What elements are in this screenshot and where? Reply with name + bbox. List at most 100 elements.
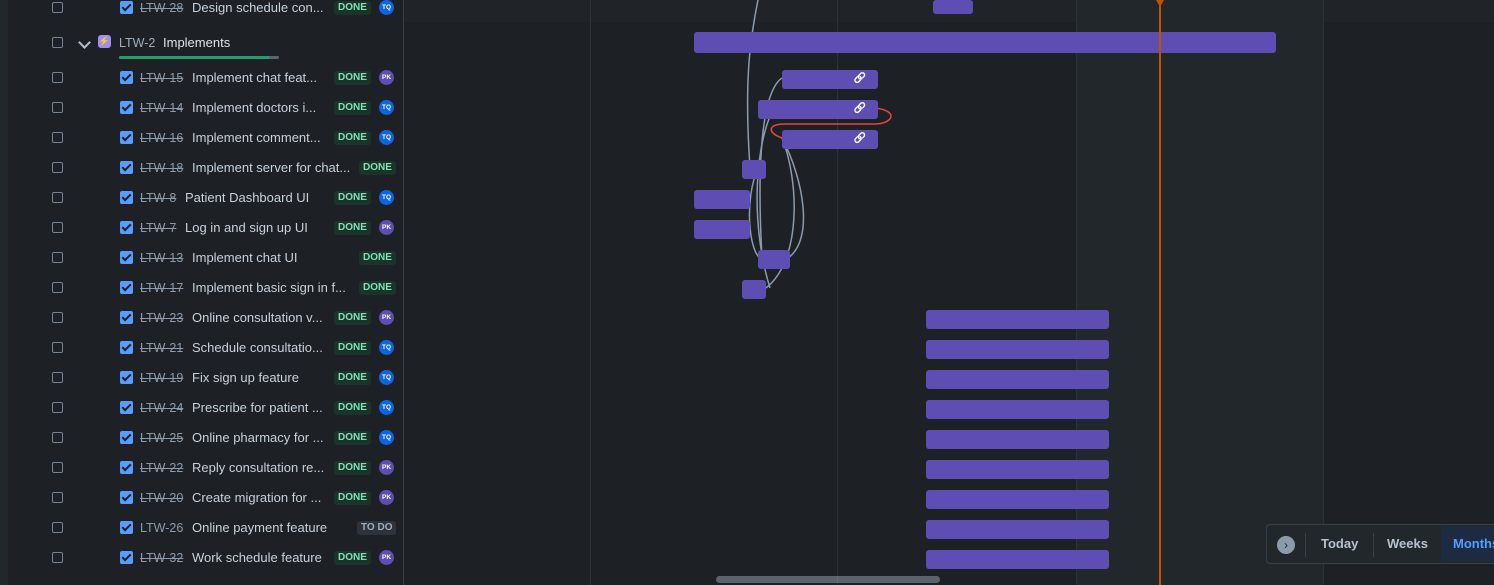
status-badge[interactable]: DONE — [334, 311, 371, 325]
task-timeline-bar[interactable] — [933, 0, 973, 14]
avatar[interactable]: PK — [379, 220, 394, 235]
issue-key[interactable]: LTW-28 — [140, 1, 183, 15]
avatar[interactable]: TQ — [379, 0, 394, 15]
issue-key[interactable]: LTW-8 — [140, 191, 176, 205]
status-badge[interactable]: DONE — [334, 431, 371, 445]
avatar[interactable]: TQ — [379, 400, 394, 415]
task-timeline-bar[interactable] — [694, 190, 750, 209]
task-timeline-bar[interactable] — [742, 160, 766, 179]
issue-row[interactable]: LTW-14 Implement doctors i... DONE TQ — [44, 93, 403, 123]
today-button[interactable]: Today — [1321, 536, 1358, 551]
issue-summary[interactable]: Online payment feature — [192, 520, 351, 535]
avatar[interactable]: TQ — [379, 190, 394, 205]
issue-row[interactable]: LTW-21 Schedule consultatio... DONE TQ — [44, 333, 403, 363]
issue-summary[interactable]: Implement doctors i... — [192, 100, 328, 115]
task-timeline-bar[interactable] — [926, 340, 1109, 359]
months-button[interactable]: Months — [1453, 536, 1494, 551]
row-select-checkbox[interactable] — [52, 402, 63, 413]
row-select-checkbox[interactable] — [52, 282, 63, 293]
chevron-right-icon[interactable]: › — [1277, 536, 1295, 554]
issue-key[interactable]: LTW-24 — [140, 401, 183, 415]
avatar[interactable]: TQ — [379, 130, 394, 145]
task-timeline-bar[interactable] — [926, 550, 1109, 569]
avatar[interactable]: TQ — [379, 370, 394, 385]
issue-summary[interactable]: Online consultation v... — [192, 310, 328, 325]
issue-key[interactable]: LTW-16 — [140, 131, 183, 145]
issue-row[interactable]: LTW-22 Reply consultation re... DONE PK — [44, 453, 403, 483]
issue-summary[interactable]: Implement comment... — [192, 130, 328, 145]
status-badge[interactable]: DONE — [334, 371, 371, 385]
avatar[interactable]: TQ — [379, 340, 394, 355]
issue-key[interactable]: LTW-18 — [140, 161, 183, 175]
issue-key[interactable]: LTW-32 — [140, 551, 183, 565]
issue-summary[interactable]: Schedule consultatio... — [192, 340, 328, 355]
status-badge[interactable]: DONE — [334, 191, 371, 205]
task-timeline-bar[interactable] — [926, 310, 1109, 329]
epic-key[interactable]: LTW-2 — [119, 36, 155, 50]
issue-summary[interactable]: Create migration for ... — [192, 490, 328, 505]
status-badge[interactable]: DONE — [334, 1, 371, 15]
issue-summary[interactable]: Design schedule con... — [192, 0, 328, 15]
issue-key[interactable]: LTW-14 — [140, 101, 183, 115]
row-select-checkbox[interactable] — [52, 372, 63, 383]
avatar[interactable]: PK — [379, 70, 394, 85]
row-select-checkbox[interactable] — [52, 342, 63, 353]
status-badge[interactable]: DONE — [334, 401, 371, 415]
row-select-checkbox[interactable] — [52, 37, 63, 48]
row-select-checkbox[interactable] — [52, 552, 63, 563]
row-select-checkbox[interactable] — [52, 492, 63, 503]
status-badge[interactable]: DONE — [334, 131, 371, 145]
status-badge[interactable]: TO DO — [357, 521, 397, 535]
issue-summary[interactable]: Implement basic sign in f... — [192, 280, 353, 295]
status-badge[interactable]: DONE — [359, 251, 396, 265]
issue-summary[interactable]: Reply consultation re... — [192, 460, 328, 475]
row-select-checkbox[interactable] — [52, 192, 63, 203]
issue-summary[interactable]: Implement chat feat... — [192, 70, 328, 85]
issue-row[interactable]: LTW-16 Implement comment... DONE TQ — [44, 123, 403, 153]
issue-key[interactable]: LTW-26 — [140, 521, 183, 535]
issue-key[interactable]: LTW-22 — [140, 461, 183, 475]
issue-row[interactable]: LTW-18 Implement server for chat... DONE — [44, 153, 403, 183]
row-select-checkbox[interactable] — [52, 2, 63, 13]
issue-row[interactable]: LTW-17 Implement basic sign in f... DONE — [44, 273, 403, 303]
issue-row[interactable]: LTW-32 Work schedule feature DONE PK — [44, 543, 403, 573]
status-badge[interactable]: DONE — [359, 281, 396, 295]
task-timeline-bar[interactable]: 🔗 — [758, 100, 878, 119]
task-timeline-bar[interactable]: 🔗 — [782, 130, 878, 149]
issue-key[interactable]: LTW-25 — [140, 431, 183, 445]
issue-key[interactable]: LTW-7 — [140, 221, 176, 235]
task-timeline-bar[interactable] — [926, 430, 1109, 449]
issue-summary[interactable]: Work schedule feature — [192, 550, 328, 565]
status-badge[interactable]: DONE — [334, 551, 371, 565]
row-select-checkbox[interactable] — [52, 522, 63, 533]
status-badge[interactable]: DONE — [334, 341, 371, 355]
avatar[interactable]: PK — [379, 460, 394, 475]
row-select-checkbox[interactable] — [52, 252, 63, 263]
chevron-down-icon[interactable] — [78, 36, 91, 49]
task-timeline-bar[interactable]: 🔗 — [782, 70, 878, 89]
issue-row[interactable]: LTW-23 Online consultation v... DONE PK — [44, 303, 403, 333]
avatar[interactable]: TQ — [379, 430, 394, 445]
issue-summary[interactable]: Implement server for chat... — [192, 160, 353, 175]
issue-key[interactable]: LTW-15 — [140, 71, 183, 85]
task-timeline-bar[interactable] — [926, 490, 1109, 509]
epic-timeline-bar[interactable] — [694, 32, 1276, 53]
status-badge[interactable]: DONE — [334, 221, 371, 235]
issue-row[interactable]: LTW-26 Online payment feature TO DO — [44, 513, 403, 543]
row-select-checkbox[interactable] — [52, 312, 63, 323]
issue-row[interactable]: LTW-24 Prescribe for patient ... DONE TQ — [44, 393, 403, 423]
status-badge[interactable]: DONE — [334, 491, 371, 505]
task-timeline-bar[interactable] — [926, 460, 1109, 479]
row-select-checkbox[interactable] — [52, 222, 63, 233]
issue-key[interactable]: LTW-13 — [140, 251, 183, 265]
row-select-checkbox[interactable] — [52, 462, 63, 473]
issue-row[interactable]: LTW-13 Implement chat UI DONE — [44, 243, 403, 273]
issue-summary[interactable]: Patient Dashboard UI — [185, 190, 328, 205]
row-select-checkbox[interactable] — [52, 102, 63, 113]
status-badge[interactable]: DONE — [334, 461, 371, 475]
issue-row[interactable]: LTW-20 Create migration for ... DONE PK — [44, 483, 403, 513]
avatar[interactable]: TQ — [379, 100, 394, 115]
task-timeline-bar[interactable] — [926, 520, 1109, 539]
avatar[interactable]: PK — [379, 310, 394, 325]
row-select-checkbox[interactable] — [52, 432, 63, 443]
